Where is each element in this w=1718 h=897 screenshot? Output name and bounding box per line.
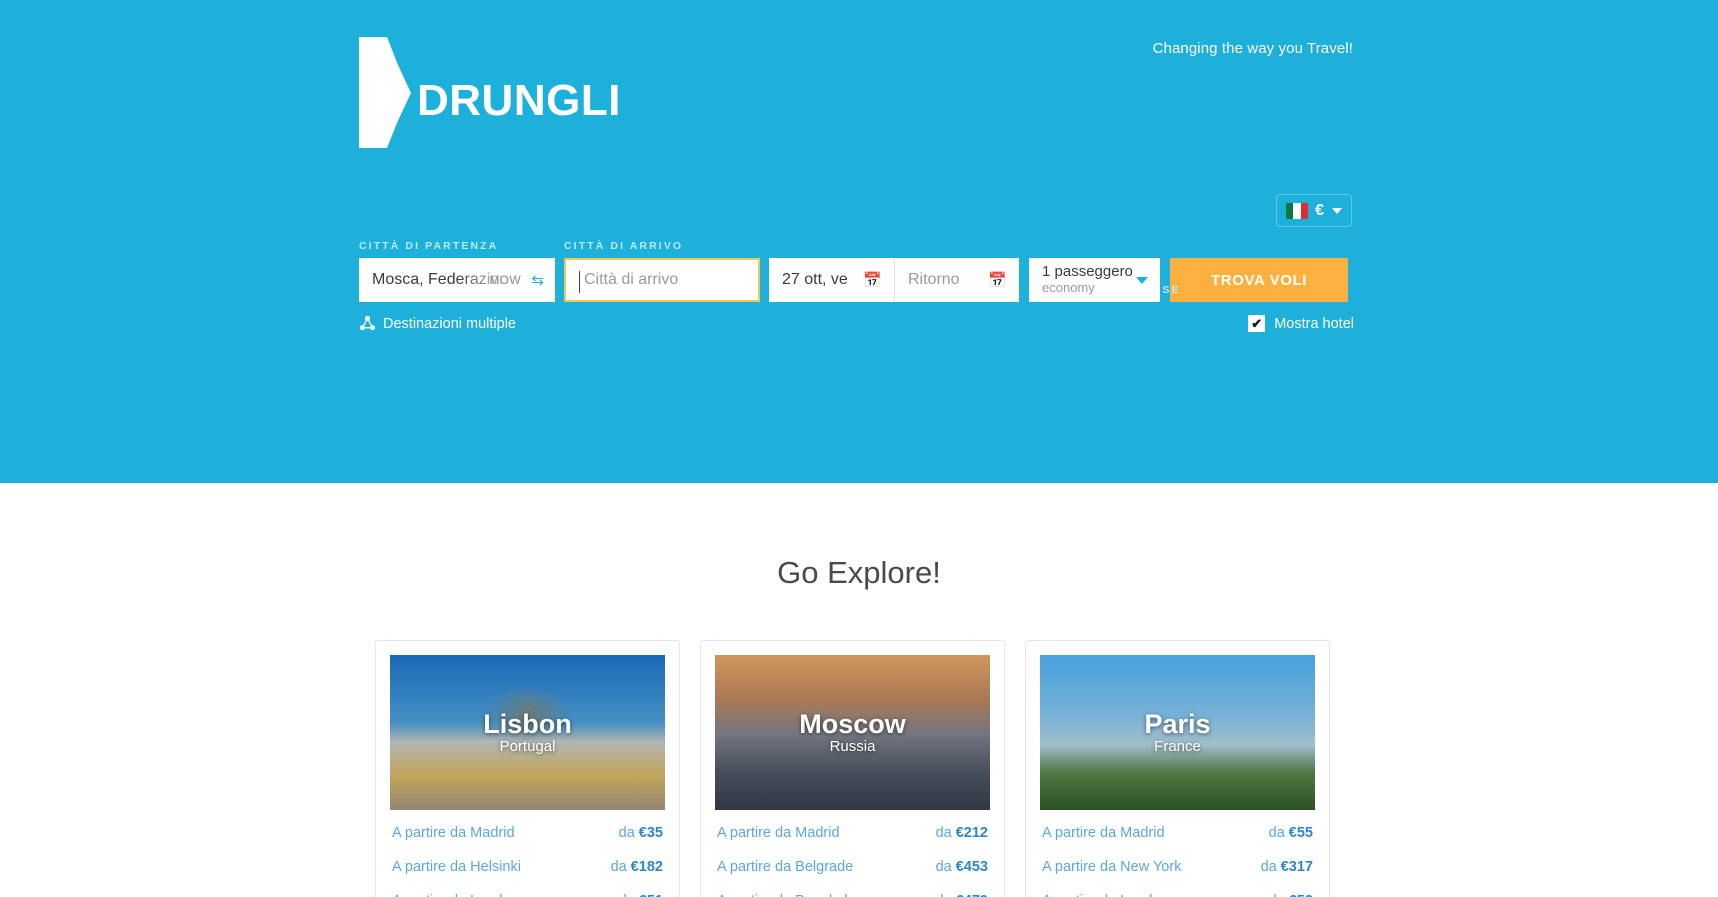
price-amount: €182 [630, 859, 663, 875]
price-origin: A partire da Helsinki [392, 859, 521, 875]
origin-input[interactable]: Mosca, Federazion MOW ⇆ [359, 258, 555, 302]
price-row[interactable]: A partire da London da €52 [1040, 884, 1315, 897]
price-prefix: da [1268, 825, 1285, 841]
calendar-icon[interactable]: 📅 [863, 271, 882, 289]
price-origin: A partire da Madrid [392, 825, 515, 841]
price-prefix: da [618, 825, 635, 841]
price-amount: €479 [956, 893, 988, 897]
price-row[interactable]: A partire da Helsinki da €182 [390, 850, 665, 884]
price-origin: A partire da London [1042, 893, 1169, 897]
lisbon-photo: Lisbon Portugal [390, 655, 665, 810]
flight-search-form: CITTÀ DI PARTENZA Mosca, Federazion MOW … [359, 240, 1354, 332]
return-date-placeholder: Ritorno [908, 271, 960, 288]
tagline: Changing the way you Travel! [1152, 40, 1353, 57]
price-prefix: da [935, 825, 952, 841]
price-prefix: da [610, 859, 627, 875]
price-origin: A partire da Belgrade [717, 859, 854, 875]
price-origin: A partire da London [392, 893, 519, 897]
price-origin: A partire da Madrid [1042, 825, 1165, 841]
price-prefix: da [1269, 893, 1285, 897]
multi-city-icon [359, 315, 376, 331]
destination-cards: Lisbon Portugal A partire da Madrid da €… [375, 640, 1330, 897]
price-origin: A partire da New York [1042, 859, 1182, 875]
destination-placeholder: Città di arrivo [584, 271, 679, 288]
price-row[interactable]: A partire da New York da €317 [1040, 850, 1315, 884]
return-date-input[interactable]: Ritorno 📅 [894, 258, 1019, 302]
card-city: Lisbon [483, 708, 572, 739]
price-row[interactable]: A partire da London da €51 [390, 884, 665, 897]
paris-photo: Paris France [1040, 655, 1315, 810]
card-city: Paris [1144, 708, 1211, 739]
text-caret [579, 271, 580, 293]
origin-value: Mosca, Federazion [372, 271, 509, 288]
price-list: A partire da Madrid da €55 A partire da … [1040, 810, 1315, 897]
multi-destination-label: Destinazioni multiple [383, 315, 516, 332]
destination-field-group: CITTÀ DI ARRIVO Città di arrivo [564, 240, 760, 302]
dates-inputs: 27 ott, ve 📅 Ritorno 📅 [769, 258, 1020, 302]
currency-selector[interactable]: € [1276, 194, 1352, 227]
price-row[interactable]: A partire da Belgrade da €453 [715, 850, 990, 884]
price-row[interactable]: A partire da Madrid da €35 [390, 816, 665, 850]
chevron-down-icon [1136, 276, 1148, 284]
price-origin: A partire da Madrid [717, 825, 840, 841]
price-row[interactable]: A partire da Madrid da €212 [715, 816, 990, 850]
price-prefix: da [936, 893, 952, 897]
price-amount: €317 [1280, 859, 1313, 875]
multi-destination-link[interactable]: Destinazioni multiple [359, 315, 516, 332]
card-country: Russia [829, 738, 876, 756]
hero-banner: Changing the way you Travel! DRUNGLI € C… [0, 0, 1718, 483]
origin-airport-code: MOW [489, 273, 521, 287]
search-options-row: Destinazioni multiple ✔ Mostra hotel [359, 315, 1354, 332]
moscow-photo: Moscow Russia [715, 655, 990, 810]
italy-flag-icon [1286, 202, 1309, 219]
swap-icon[interactable]: ⇆ [531, 271, 544, 289]
passenger-count: 1 passeggero [1042, 263, 1133, 281]
passengers-select[interactable]: 1 passeggero economy [1029, 258, 1160, 302]
calendar-icon[interactable]: 📅 [988, 271, 1007, 289]
show-hotels-checkbox[interactable]: ✔ [1248, 315, 1266, 332]
explore-title: Go Explore! [777, 555, 941, 590]
destination-card[interactable]: Lisbon Portugal A partire da Madrid da €… [375, 640, 680, 897]
price-amount: €51 [639, 893, 663, 897]
destination-card[interactable]: Moscow Russia A partire da Madrid da €21… [700, 640, 1005, 897]
destination-input-wrapper[interactable]: Città di arrivo [564, 258, 760, 302]
price-amount: €212 [955, 825, 988, 841]
price-origin: A partire da Bangkok [717, 893, 852, 897]
depart-date-input[interactable]: 27 ott, ve 📅 [769, 258, 894, 302]
price-list: A partire da Madrid da €35 A partire da … [390, 810, 665, 897]
price-row[interactable]: A partire da Bangkok da €479 [715, 884, 990, 897]
price-amount: €453 [955, 859, 988, 875]
destination-card[interactable]: Paris France A partire da Madrid da €55 … [1025, 640, 1330, 897]
destination-label: CITTÀ DI ARRIVO [564, 240, 684, 252]
origin-label: CITTÀ DI PARTENZA [359, 240, 499, 252]
card-city: Moscow [799, 708, 906, 739]
logo-text: DRUNGLI [417, 76, 621, 125]
price-amount: €35 [638, 825, 663, 841]
price-row[interactable]: A partire da Madrid da €55 [1040, 816, 1315, 850]
show-hotels-toggle[interactable]: ✔ Mostra hotel [1248, 315, 1354, 332]
price-prefix: da [1260, 859, 1277, 875]
chevron-down-icon [1332, 207, 1342, 214]
price-prefix: da [935, 859, 952, 875]
show-hotels-label: Mostra hotel [1274, 315, 1354, 332]
currency-symbol: € [1315, 201, 1324, 219]
price-amount: €52 [1289, 893, 1313, 897]
site-logo[interactable]: DRUNGLI [359, 35, 621, 150]
origin-field-group: CITTÀ DI PARTENZA Mosca, Federazion MOW … [359, 240, 555, 302]
cabin-class: economy [1042, 280, 1095, 296]
page-root: Changing the way you Travel! DRUNGLI € C… [0, 0, 1718, 897]
price-prefix: da [619, 893, 635, 897]
price-list: A partire da Madrid da €212 A partire da… [715, 810, 990, 897]
depart-date-value: 27 ott, ve [782, 271, 848, 288]
price-amount: €55 [1288, 825, 1313, 841]
card-country: Portugal [499, 738, 556, 756]
card-country: France [1154, 738, 1201, 756]
search-flights-button[interactable]: TROVA VOLI [1170, 258, 1348, 302]
